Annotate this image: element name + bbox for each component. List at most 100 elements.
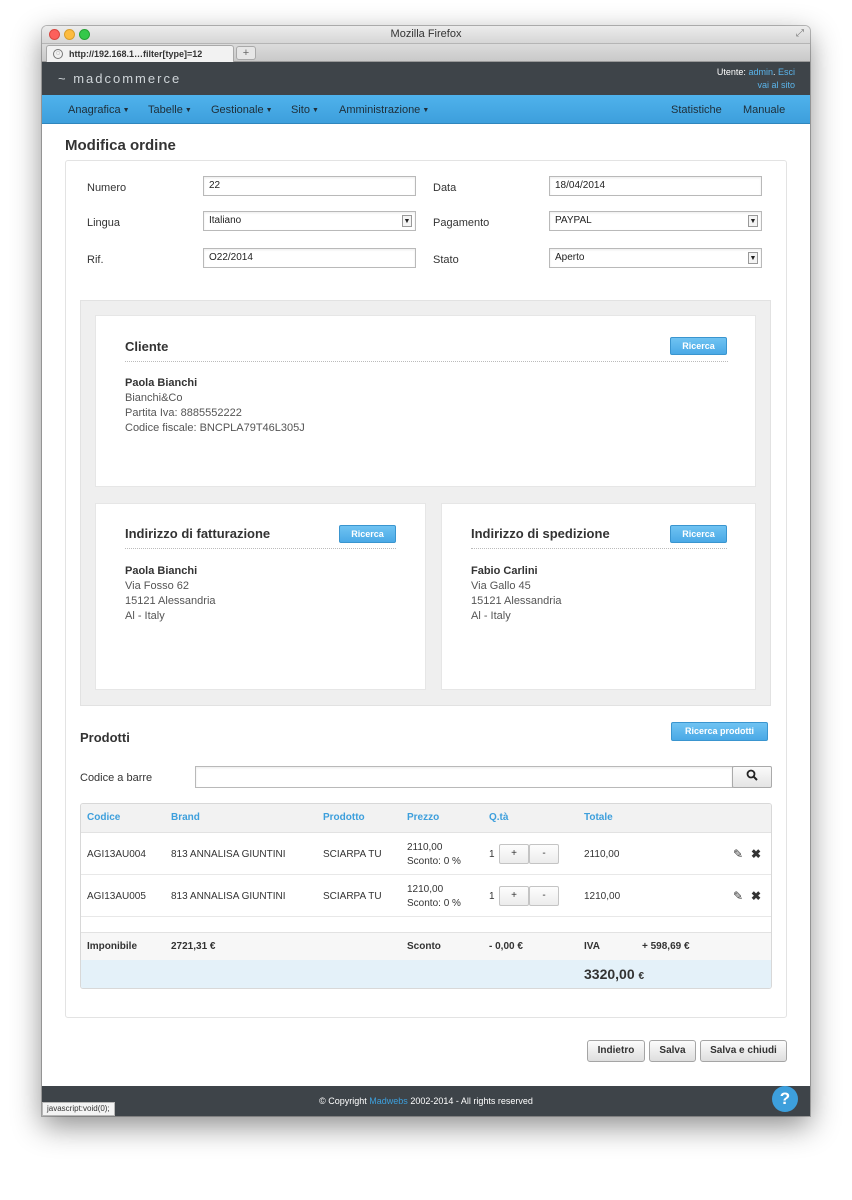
edit-icon[interactable]: ✎ (733, 847, 743, 861)
rif-label: Rif. (87, 254, 104, 266)
cell-price: 1210,00 Sconto: 0 % (407, 883, 461, 911)
back-button[interactable]: Indietro (587, 1040, 645, 1062)
billing-name: Paola Bianchi (125, 565, 198, 577)
cell-qty: 1 (489, 849, 495, 860)
nav-manuale[interactable]: Manuale (743, 104, 785, 116)
edit-icon[interactable]: ✎ (733, 889, 743, 903)
cell-product: SCIARPA TU (323, 849, 382, 860)
shipping-address-card: Indirizzo di spedizione Ricerca Fabio Ca… (441, 503, 756, 690)
main-nav: Anagrafica ▼ Tabelle ▼ Gestionale ▼ Sito ▼ A… (42, 95, 810, 124)
lingua-selected-value: Italiano (209, 215, 242, 226)
caret-down-icon: ▼ (265, 107, 273, 114)
fullscreen-icon[interactable]: ⤢ (796, 28, 804, 39)
select-arrow-icon: ▼ (402, 215, 412, 227)
cell-total: 1210,00 (584, 891, 621, 902)
tab-bar: ◌ http://192.168.1…filter[type]=12 + (42, 44, 810, 62)
col-quantita[interactable]: Q.tà (489, 812, 508, 823)
numero-input[interactable]: 22 (203, 176, 416, 196)
cliente-card: Cliente Ricerca Paola Bianchi Bianchi&Co… (95, 315, 756, 487)
billing-city: 15121 Alessandria (125, 595, 216, 607)
copyright-text: © Copyright Madwebs 2002-2014 - All righ… (42, 1096, 810, 1106)
billing-details: Paola Bianchi Via Fosso 62 15121 Alessan… (125, 564, 216, 624)
nav-statistiche[interactable]: Statistiche (671, 104, 722, 116)
billing-street: Via Fosso 62 (125, 580, 190, 592)
window-title: Mozilla Firefox (390, 28, 462, 40)
delete-icon[interactable]: ✖ (751, 847, 761, 861)
nav-label: Anagrafica (68, 104, 121, 116)
barcode-input[interactable] (195, 766, 733, 788)
qty-plus-button[interactable]: + (499, 886, 529, 906)
cell-code: AGI13AU005 (87, 891, 146, 902)
cell-brand: 813 ANNALISA GIUNTINI (171, 849, 286, 860)
new-tab-button[interactable]: + (236, 46, 256, 60)
sconto-value: - 0,00 € (489, 941, 523, 952)
window-titlebar: Mozilla Firefox ⤢ (42, 26, 810, 44)
tab-label: http://192.168.1…filter[type]=12 (69, 49, 203, 59)
save-button[interactable]: Salva (649, 1040, 696, 1062)
shipping-title: Indirizzo di spedizione (471, 526, 610, 541)
cell-price: 2110,00 Sconto: 0 % (407, 841, 461, 869)
shipping-search-button[interactable]: Ricerca (670, 525, 727, 543)
app-logo[interactable]: ~ madcommerce (58, 71, 181, 86)
shipping-street: Via Gallo 45 (471, 580, 531, 592)
lingua-select[interactable]: Italiano ▼ (203, 211, 416, 231)
user-info: Utente: admin. Esci vai al sito (716, 67, 795, 90)
discount-value: Sconto: 0 % (407, 898, 461, 909)
user-name-link[interactable]: admin (748, 67, 773, 77)
table-summary: Imponibile 2721,31 € Sconto - 0,00 € IVA… (81, 932, 771, 960)
search-icon (746, 769, 758, 781)
table-header: Codice Brand Prodotto Prezzo Q.tà Totale (81, 804, 771, 833)
qty-minus-button[interactable]: - (529, 886, 559, 906)
cliente-details: Paola Bianchi Bianchi&Co Partita Iva: 88… (125, 376, 305, 436)
madwebs-link[interactable]: Madwebs (369, 1096, 408, 1106)
cliente-search-button[interactable]: Ricerca (670, 337, 727, 355)
qty-minus-button[interactable]: - (529, 844, 559, 864)
stato-select[interactable]: Aperto ▼ (549, 248, 762, 268)
logout-link[interactable]: Esci (778, 67, 795, 77)
sconto-label: Sconto (407, 941, 441, 952)
save-close-button[interactable]: Salva e chiudi (700, 1040, 787, 1062)
col-brand[interactable]: Brand (171, 812, 200, 823)
browser-tab[interactable]: ◌ http://192.168.1…filter[type]=12 (46, 45, 234, 62)
cell-qty: 1 (489, 891, 495, 902)
pagamento-selected-value: PAYPAL (555, 215, 592, 226)
col-prodotto[interactable]: Prodotto (323, 812, 365, 823)
cliente-tax-code: Codice fiscale: BNCPLA79T46L305J (125, 422, 305, 434)
billing-search-button[interactable]: Ricerca (339, 525, 396, 543)
divider (125, 548, 396, 549)
grand-total-row: 3320,00 € (81, 960, 771, 988)
nav-anagrafica[interactable]: Anagrafica ▼ (68, 104, 130, 116)
cell-code: AGI13AU004 (87, 849, 146, 860)
nav-tabelle[interactable]: Tabelle ▼ (148, 104, 192, 116)
rif-input[interactable]: O22/2014 (203, 248, 416, 268)
discount-value: Sconto: 0 % (407, 856, 461, 867)
pagamento-select[interactable]: PAYPAL ▼ (549, 211, 762, 231)
site-link[interactable]: vai al sito (757, 80, 795, 90)
billing-country: Al - Italy (125, 610, 165, 622)
col-totale[interactable]: Totale (584, 812, 613, 823)
search-products-button[interactable]: Ricerca prodotti (671, 722, 768, 741)
barcode-label: Codice a barre (80, 772, 153, 784)
col-codice[interactable]: Codice (87, 812, 120, 823)
nav-sito[interactable]: Sito ▼ (291, 104, 319, 116)
col-prezzo[interactable]: Prezzo (407, 812, 439, 823)
imponibile-label: Imponibile (87, 941, 137, 952)
lingua-label: Lingua (87, 217, 121, 229)
billing-address-card: Indirizzo di fatturazione Ricerca Paola … (95, 503, 426, 690)
nav-gestionale[interactable]: Gestionale ▼ (211, 104, 273, 116)
grand-total: 3320,00 € (584, 966, 644, 982)
cliente-name: Paola Bianchi (125, 377, 198, 389)
app-header: ~ madcommerce Utente: admin. Esci vai al… (42, 62, 810, 95)
currency-symbol: € (638, 971, 645, 982)
barcode-search-button[interactable] (732, 766, 772, 788)
select-arrow-icon: ▼ (748, 252, 758, 264)
delete-icon[interactable]: ✖ (751, 889, 761, 903)
help-icon[interactable]: ? (772, 1086, 798, 1112)
cell-product: SCIARPA TU (323, 891, 382, 902)
data-input[interactable]: 18/04/2014 (549, 176, 762, 196)
nav-label: Amministrazione (339, 104, 421, 116)
browser-window: Mozilla Firefox ⤢ ◌ http://192.168.1…fil… (42, 26, 810, 1116)
page-title: Modifica ordine (65, 137, 176, 154)
qty-plus-button[interactable]: + (499, 844, 529, 864)
nav-amministrazione[interactable]: Amministrazione ▼ (339, 104, 429, 116)
